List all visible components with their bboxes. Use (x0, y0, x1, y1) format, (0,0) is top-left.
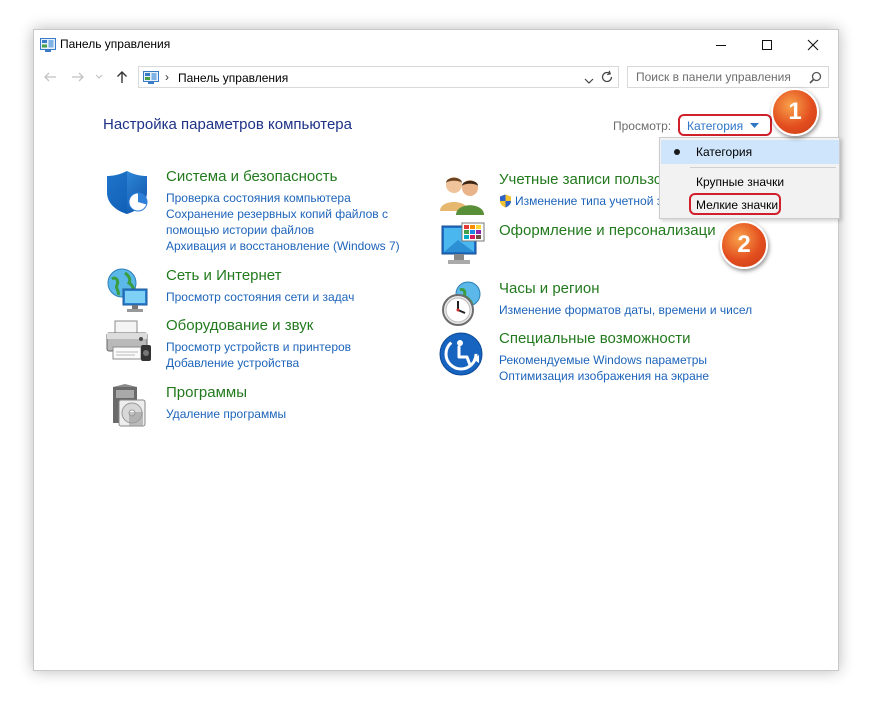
category-title[interactable]: Учетные записи пользо (499, 171, 662, 188)
menu-separator (690, 167, 836, 168)
shield-icon[interactable] (105, 168, 153, 216)
link-optimize-visual-display[interactable]: Оптимизация изображения на экране (499, 368, 709, 384)
selected-bullet-icon (674, 149, 680, 155)
uac-shield-icon (500, 194, 511, 208)
view-by-menu: Категория Крупные значки Мелкие значки (659, 137, 840, 219)
recent-locations-button[interactable] (92, 66, 106, 88)
category-title[interactable]: Часы и регион (499, 280, 600, 297)
category-title[interactable]: Оборудование и звук (166, 317, 313, 334)
back-button[interactable] (40, 66, 60, 88)
breadcrumb-path[interactable]: Панель управления (178, 71, 288, 85)
arrow-up-icon (117, 71, 127, 83)
breadcrumb-separator: › (165, 70, 169, 84)
close-icon (807, 39, 819, 51)
view-by-value: Категория (687, 119, 744, 133)
link-change-account-type[interactable]: Изменение типа учетной з (499, 193, 662, 209)
page-title: Настройка параметров компьютера (103, 116, 352, 133)
menu-item-small-icons[interactable]: Мелкие значки (661, 193, 839, 217)
link-uninstall-program[interactable]: Удаление программы (166, 406, 286, 422)
link-check-computer-status[interactable]: Проверка состояния компьютера (166, 190, 400, 206)
programs-disk-icon[interactable] (105, 384, 153, 432)
minimize-button[interactable] (698, 30, 744, 60)
link-backup-restore-win7[interactable]: Архивация и восстановление (Windows 7) (166, 238, 400, 254)
refresh-button[interactable] (600, 70, 614, 89)
step-badge-1: 1 (771, 88, 819, 136)
network-globe-icon[interactable] (105, 267, 153, 315)
chevron-down-icon (95, 74, 103, 79)
accessibility-icon[interactable] (438, 330, 486, 378)
forward-button[interactable] (68, 66, 88, 88)
menu-item-category[interactable]: Категория (661, 140, 839, 164)
control-panel-icon (143, 71, 159, 89)
search-box[interactable] (627, 66, 829, 88)
menu-item-large-icons[interactable]: Крупные значки (661, 170, 839, 194)
navigation-bar: › Панель управления (34, 64, 838, 92)
maximize-button[interactable] (744, 30, 790, 60)
link-recommended-windows-settings[interactable]: Рекомендуемые Windows параметры (499, 352, 709, 368)
monitor-palette-icon[interactable] (438, 222, 486, 270)
link-file-history-backup-cont[interactable]: помощью истории файлов (166, 222, 400, 238)
category-title[interactable]: Сеть и Интернет (166, 267, 282, 284)
dropdown-arrow-icon (750, 123, 759, 128)
maximize-icon (762, 40, 772, 50)
link-add-device[interactable]: Добавление устройства (166, 355, 351, 371)
arrow-left-icon (44, 72, 56, 82)
category-title[interactable]: Система и безопасность (166, 168, 337, 185)
clock-globe-icon[interactable] (438, 280, 486, 328)
window-title: Панель управления (60, 37, 171, 51)
link-file-history-backup[interactable]: Сохранение резервных копий файлов с (166, 206, 400, 222)
printer-icon[interactable] (105, 317, 153, 365)
link-devices-printers[interactable]: Просмотр устройств и принтеров (166, 339, 351, 355)
category-title[interactable]: Специальные возможности (499, 330, 691, 347)
control-panel-app-icon (40, 38, 56, 57)
title-bar: Панель управления (34, 30, 838, 60)
step-badge-2: 2 (720, 221, 768, 269)
refresh-icon (601, 70, 613, 83)
link-change-date-time-formats[interactable]: Изменение форматов даты, времени и чисел (499, 302, 752, 318)
arrow-right-icon (72, 72, 84, 82)
up-button[interactable] (112, 66, 132, 88)
view-by-dropdown[interactable]: Категория (678, 114, 772, 136)
search-input[interactable] (636, 70, 801, 84)
category-title[interactable]: Оформление и персонализаци (499, 222, 716, 239)
minimize-icon (716, 45, 726, 46)
category-title[interactable]: Программы (166, 384, 247, 401)
address-bar[interactable]: › Панель управления (138, 66, 619, 88)
users-icon[interactable] (438, 171, 486, 219)
link-network-status[interactable]: Просмотр состояния сети и задач (166, 289, 354, 305)
search-icon[interactable] (809, 71, 822, 89)
control-panel-window: Панель управления › Панель управления По… (33, 29, 840, 671)
chevron-down-icon (584, 78, 594, 84)
view-by-label: Просмотр: (613, 119, 672, 133)
close-button[interactable] (790, 30, 836, 60)
address-dropdown-button[interactable] (584, 72, 594, 90)
